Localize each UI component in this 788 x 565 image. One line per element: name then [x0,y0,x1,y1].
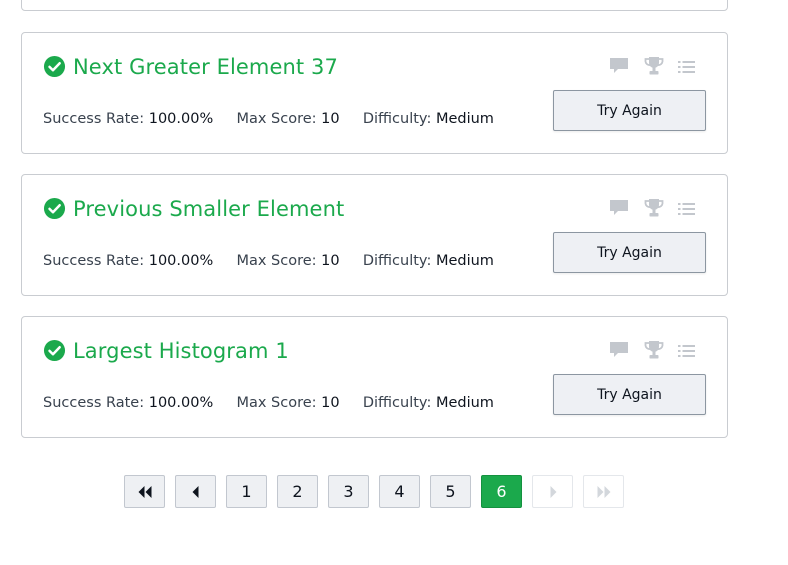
trophy-icon[interactable] [643,55,665,81]
first-page-button[interactable] [124,475,165,508]
list-icon[interactable] [678,59,695,78]
challenge-title[interactable]: Next Greater Element 37 [73,53,338,81]
page-3-button[interactable]: 3 [328,475,369,508]
difficulty-label: Difficulty: [362,253,432,269]
difficulty-label: Difficulty: [362,395,432,411]
difficulty-value: Medium [435,111,494,127]
max-score-value: 10 [321,111,340,127]
prev-page-button[interactable] [175,475,216,508]
chevron-left-icon [192,485,198,498]
chevron-right-icon [550,485,556,498]
page-4-button[interactable]: 4 [379,475,420,508]
success-rate-value: 100.00% [148,395,214,411]
comment-icon[interactable] [609,341,629,363]
challenge-meta: Success Rate: 100.00% Max Score: 10 Diff… [43,109,494,129]
page-5-button[interactable]: 5 [430,475,471,508]
max-score-label: Max Score: [236,253,317,269]
challenge-meta: Success Rate: 100.00% Max Score: 10 Diff… [43,251,494,271]
comment-icon[interactable] [609,57,629,79]
success-rate-label: Success Rate: [43,253,145,269]
max-score-value: 10 [321,395,340,411]
page-1-button[interactable]: 1 [226,475,267,508]
pagination: 1 2 3 4 5 6 [0,475,788,509]
trophy-icon[interactable] [643,197,665,223]
previous-card-edge [21,0,728,11]
try-again-button[interactable]: Try Again [553,232,706,273]
success-rate-label: Success Rate: [43,111,145,127]
max-score-label: Max Score: [236,395,317,411]
try-again-button[interactable]: Try Again [553,90,706,131]
check-circle-icon [43,197,66,220]
difficulty-label: Difficulty: [362,111,432,127]
difficulty-value: Medium [435,395,494,411]
challenge-card: Largest Histogram 1 Success Rate: 100.00… [21,316,728,438]
max-score-value: 10 [321,253,340,269]
max-score-label: Max Score: [236,111,317,127]
success-rate-value: 100.00% [148,111,214,127]
success-rate-label: Success Rate: [43,395,145,411]
list-icon[interactable] [678,343,695,362]
success-rate-value: 100.00% [148,253,214,269]
trophy-icon[interactable] [643,339,665,365]
page-2-button[interactable]: 2 [277,475,318,508]
try-again-button[interactable]: Try Again [553,374,706,415]
check-circle-icon [43,339,66,362]
next-page-button [532,475,573,508]
challenge-title[interactable]: Largest Histogram 1 [73,337,289,365]
challenge-card: Next Greater Element 37 Success Rate: 10… [21,32,728,154]
challenge-card: Previous Smaller Element Success Rate: 1… [21,174,728,296]
double-chevron-right-icon [597,485,610,498]
difficulty-value: Medium [435,253,494,269]
comment-icon[interactable] [609,199,629,221]
check-circle-icon [43,55,66,78]
challenge-meta: Success Rate: 100.00% Max Score: 10 Diff… [43,393,494,413]
list-icon[interactable] [678,201,695,220]
page-6-button-current[interactable]: 6 [481,475,522,508]
last-page-button [583,475,624,508]
challenge-title[interactable]: Previous Smaller Element [73,195,344,223]
double-chevron-left-icon [138,485,151,498]
